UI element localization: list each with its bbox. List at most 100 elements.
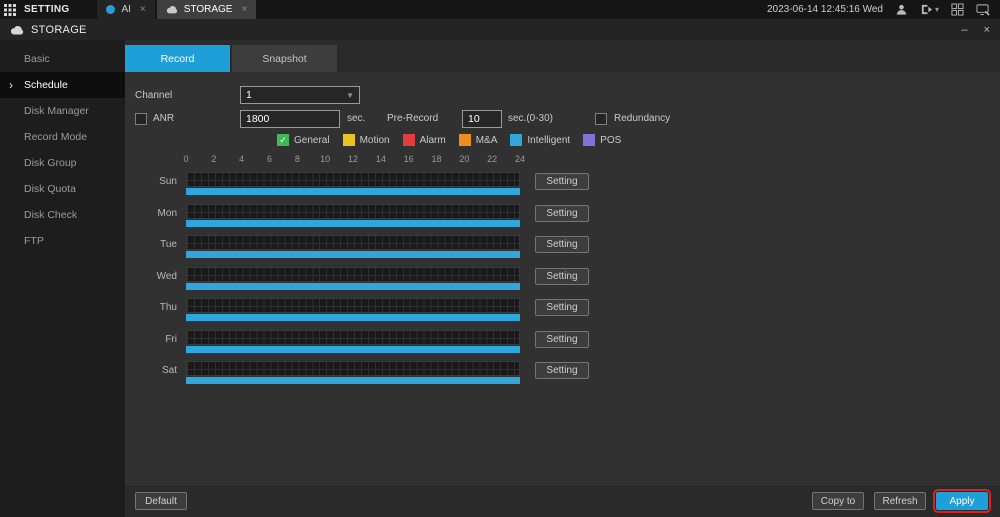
setting-button-sun[interactable]: Setting	[535, 173, 589, 190]
day-label-thu: Thu	[159, 302, 177, 313]
legend-item-general: ✓ General	[277, 134, 330, 146]
window-controls: – ×	[961, 24, 990, 36]
channel-label: Channel	[135, 90, 173, 101]
logout-icon[interactable]: ▾	[920, 3, 939, 16]
hour-tick-label: 20	[459, 154, 470, 164]
setting-button-tue[interactable]: Setting	[535, 236, 589, 253]
pre-record-label: Pre-Record	[387, 113, 439, 124]
refresh-button[interactable]: Refresh	[874, 492, 926, 510]
channel-dropdown[interactable]: 1 ▼	[240, 86, 360, 104]
close-button[interactable]: ×	[984, 24, 990, 36]
timeline-tue[interactable]	[186, 235, 520, 258]
record-type-legend: ✓ General Motion Alarm M&A Intelligent POS	[277, 134, 621, 146]
sidebar-item-label: FTP	[24, 235, 44, 247]
redundancy-checkbox[interactable]	[595, 113, 607, 125]
apply-button[interactable]: Apply	[933, 489, 991, 513]
hour-tick-label: 16	[403, 154, 414, 164]
pre-record-unit-label: sec.(0-30)	[508, 113, 554, 124]
anr-unit-label: sec.	[347, 113, 366, 124]
live-view-icon[interactable]	[976, 3, 990, 16]
legend-label: POS	[600, 134, 622, 146]
ai-tab-close-icon[interactable]: ×	[140, 4, 146, 15]
timeline-grid	[186, 266, 520, 282]
anr-input[interactable]	[240, 110, 340, 128]
storage-tab-label: STORAGE	[183, 4, 233, 15]
content-tabs: Record Snapshot	[125, 45, 339, 72]
storage-tab-close-icon[interactable]: ×	[241, 4, 247, 15]
sidebar-item-label: Disk Manager	[24, 105, 89, 117]
legend-item-alarm: Alarm	[402, 134, 446, 146]
tab-record-label: Record	[160, 52, 195, 65]
window-layout-icon[interactable]	[951, 3, 964, 16]
legend-swatch-checkbox[interactable]	[458, 134, 471, 146]
sidebar-item-disk-group[interactable]: Disk Group	[0, 150, 125, 176]
timeline-fri[interactable]	[186, 329, 520, 353]
day-label-tue: Tue	[160, 239, 177, 250]
legend-swatch-checkbox[interactable]	[342, 134, 355, 146]
legend-swatch-checkbox[interactable]	[510, 134, 523, 146]
sidebar-item-label: Disk Check	[24, 209, 78, 221]
sidebar-item-record-mode[interactable]: Record Mode	[0, 124, 125, 150]
taskbar-tab-storage[interactable]: STORAGE ×	[156, 0, 257, 19]
sidebar-item-ftp[interactable]: FTP	[0, 228, 125, 254]
hour-tick-label: 22	[487, 154, 498, 164]
recorded-period-bar	[186, 219, 520, 227]
default-button[interactable]: Default	[135, 492, 187, 510]
setting-button-mon[interactable]: Setting	[535, 204, 589, 222]
day-label-mon: Mon	[157, 207, 177, 219]
copy-to-button[interactable]: Copy to	[812, 492, 864, 510]
storage-tab-icon	[166, 6, 177, 14]
legend-swatch-checkbox[interactable]	[583, 134, 596, 146]
timeline-sun[interactable]	[186, 172, 520, 195]
setting-button-wed[interactable]: Setting	[535, 267, 589, 285]
sidebar-item-label: Schedule	[24, 79, 68, 91]
tab-snapshot[interactable]: Snapshot	[232, 45, 337, 72]
setting-button-fri[interactable]: Setting	[535, 330, 589, 348]
setting-button-thu[interactable]: Setting	[535, 299, 589, 316]
taskbar-tab-ai[interactable]: AI ×	[97, 0, 155, 19]
hour-tick-label: 0	[183, 154, 189, 164]
timeline-mon[interactable]	[186, 203, 520, 227]
sidebar-item-disk-quota[interactable]: Disk Quota	[0, 176, 125, 202]
logout-caret-icon: ▾	[934, 5, 939, 14]
hour-tick-label: 8	[294, 154, 300, 164]
legend-swatch-checkbox[interactable]: ✓	[277, 134, 289, 146]
main-content: Record Snapshot Channel 1 ▼ ANR sec. Pre…	[125, 40, 1000, 517]
legend-item-m-a: M&A	[458, 134, 498, 146]
timeline-sat[interactable]	[186, 361, 520, 384]
minimize-button[interactable]: –	[961, 24, 967, 36]
pre-record-input[interactable]	[462, 110, 502, 128]
sidebar-item-schedule[interactable]: › Schedule	[0, 72, 125, 98]
window-titlebar: STORAGE – ×	[0, 19, 1000, 40]
apps-grid-icon[interactable]	[0, 0, 20, 19]
sidebar-item-label: Record Mode	[24, 131, 88, 143]
anr-checkbox[interactable]	[135, 113, 147, 125]
legend-label: General	[294, 134, 330, 146]
hour-tick-label: 2	[211, 154, 217, 164]
hour-tick-label: 12	[347, 154, 359, 164]
sidebar-item-disk-manager[interactable]: Disk Manager	[0, 98, 125, 124]
timeline-grid	[186, 172, 520, 187]
timeline-wed[interactable]	[186, 266, 520, 290]
day-label-sun: Sun	[159, 176, 177, 187]
hour-tick-label: 24	[514, 154, 526, 164]
timeline-grid	[186, 235, 520, 250]
sidebar-item-label: Basic	[24, 53, 50, 65]
taskbar: SETTING AI × STORAGE × 2023-06-14 12:45:…	[0, 0, 1000, 19]
user-account-icon[interactable]	[895, 3, 908, 16]
timeline-grid	[186, 361, 520, 376]
taskbar-right: 2023-06-14 12:45:16 Wed ▾	[767, 3, 1000, 16]
timeline-thu[interactable]	[186, 298, 520, 321]
storage-settings-window: SETTING AI × STORAGE × 2023-06-14 12:45:…	[0, 0, 1000, 517]
legend-swatch-checkbox[interactable]	[402, 134, 415, 146]
storage-window-icon	[10, 25, 24, 34]
legend-label: M&A	[475, 134, 498, 146]
setting-menu-button[interactable]: SETTING	[20, 0, 95, 19]
anr-label: ANR	[153, 113, 175, 124]
tab-record[interactable]: Record	[125, 45, 230, 72]
sidebar-item-basic[interactable]: Basic	[0, 46, 125, 72]
timeline-grid	[186, 329, 520, 345]
timeline-grid	[186, 298, 520, 313]
sidebar-item-disk-check[interactable]: Disk Check	[0, 202, 125, 228]
setting-button-sat[interactable]: Setting	[535, 362, 589, 379]
